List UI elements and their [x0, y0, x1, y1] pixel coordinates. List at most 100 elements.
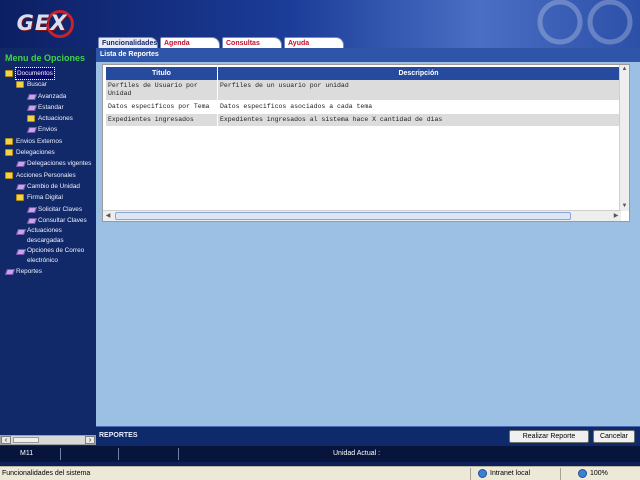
- cell-title: Expedientes ingresados: [106, 114, 218, 126]
- report-list-panel: Titulo Descripción Perfiles de Usuario p…: [102, 64, 630, 222]
- open-folder-icon: [5, 171, 13, 179]
- sidebar-item-reportes[interactable]: Reportes: [0, 266, 96, 277]
- scroll-thumb[interactable]: [115, 212, 571, 220]
- intranet-zone-icon: [478, 469, 487, 478]
- sidebar-item-cambio-de-unidad[interactable]: Cambio de Unidad: [0, 181, 96, 192]
- table-row[interactable]: Expedientes ingresados Expedientes ingre…: [106, 114, 620, 127]
- logo-text: GEX: [16, 11, 68, 35]
- sidebar-item-avanzada[interactable]: Avanzada: [0, 91, 96, 102]
- tab-funcionalidades[interactable]: Funcionalidades: [98, 37, 158, 48]
- menu-title: Menu de Opciones: [5, 53, 86, 63]
- zone-label: Intranet local: [490, 470, 531, 477]
- leaf-icon: [27, 104, 35, 111]
- section-label: REPORTES: [99, 432, 138, 439]
- divider: [470, 468, 471, 480]
- status-text: Funcionalidades del sistema: [2, 470, 91, 477]
- column-header-descripcion[interactable]: Descripción: [218, 67, 620, 80]
- divider: [178, 448, 179, 460]
- scroll-right-arrow-icon[interactable]: ▶: [611, 211, 621, 221]
- leaf-icon: [16, 228, 24, 235]
- sidebar-item-label: Cambio de Unidad: [27, 182, 80, 190]
- tab-ayuda[interactable]: Ayuda: [284, 37, 344, 48]
- page-title: Lista de Reportes: [96, 48, 640, 62]
- current-unit-label: Unidad Actual :: [333, 450, 381, 457]
- cancel-button[interactable]: Cancelar: [593, 430, 635, 443]
- sidebar-item-firma-digital[interactable]: Firma Digital: [0, 192, 96, 203]
- scroll-down-arrow-icon[interactable]: ▼: [620, 202, 629, 211]
- divider: [118, 448, 119, 460]
- scroll-left-arrow-icon[interactable]: ◀: [103, 211, 113, 221]
- sidebar-item-opciones-correo[interactable]: Opciones de Correo electrónico: [0, 246, 96, 266]
- divider: [60, 448, 61, 460]
- sidebar-item-label: Actuaciones descargadas: [27, 227, 64, 244]
- sidebar-item-label: Actuaciones: [38, 115, 73, 123]
- tab-agenda[interactable]: Agenda: [160, 37, 220, 48]
- sidebar-item-label: Delegaciones vigentes: [27, 160, 92, 168]
- sidebar-item-label: Envios Externos: [16, 137, 63, 145]
- cell-description: Datos especificos asociados a cada tema: [218, 101, 620, 113]
- sidebar-item-envios-externos[interactable]: Envios Externos: [0, 136, 96, 147]
- run-report-button[interactable]: Realizar Reporte: [509, 430, 589, 443]
- sidebar-item-label: Opciones de Correo electrónico: [27, 247, 85, 264]
- scroll-up-arrow-icon[interactable]: ▲: [620, 65, 629, 74]
- sidebar-item-actuaciones[interactable]: Actuaciones: [0, 113, 96, 124]
- scroll-thumb[interactable]: [13, 437, 39, 443]
- sidebar-item-consultar-claves[interactable]: Consultar Claves: [0, 215, 96, 226]
- sidebar-item-label: Envios: [38, 126, 58, 134]
- leaf-icon: [27, 126, 35, 133]
- zoom-icon: [578, 469, 587, 478]
- action-bar: REPORTES Realizar Reporte Cancelar: [96, 426, 640, 446]
- top-tabs: Funcionalidades Agenda Consultas Ayuda: [98, 37, 346, 48]
- sidebar-item-estandar[interactable]: Estandar: [0, 102, 96, 113]
- sidebar-item-label: Estandar: [38, 103, 64, 111]
- sidebar-item-label: Documentos: [15, 67, 55, 80]
- leaf-icon: [16, 248, 24, 255]
- app-logo: GEX: [10, 7, 74, 41]
- leaf-icon: [27, 206, 35, 213]
- sidebar-item-actuaciones-descargadas[interactable]: Actuaciones descargadas: [0, 226, 96, 246]
- sidebar: Menu de Opciones Documentos Buscar Avanz…: [0, 48, 96, 446]
- sidebar-item-label: Avanzada: [38, 92, 67, 100]
- tab-consultas[interactable]: Consultas: [222, 37, 282, 48]
- open-folder-icon: [16, 81, 24, 89]
- folder-icon: [5, 137, 13, 145]
- leaf-icon: [27, 217, 35, 224]
- sidebar-scrollbar[interactable]: ‹ ›: [0, 435, 96, 445]
- module-code: M11: [20, 450, 34, 457]
- cell-description: Perfiles de un usuario por unidad: [218, 80, 620, 100]
- sidebar-item-envios[interactable]: Envios: [0, 124, 96, 135]
- divider: [560, 468, 561, 480]
- horizontal-scrollbar[interactable]: ◀ ▶: [103, 210, 621, 221]
- sidebar-item-label: Firma Digital: [27, 194, 63, 202]
- cell-description: Expedientes ingresados al sistema hace X…: [218, 114, 620, 126]
- scroll-right-arrow-icon[interactable]: ›: [85, 436, 95, 444]
- sidebar-item-delegaciones-vigentes[interactable]: Delegaciones vigentes: [0, 158, 96, 169]
- table-row[interactable]: Datos especificos por Tema Datos especif…: [106, 101, 620, 114]
- leaf-icon: [16, 160, 24, 167]
- browser-status-bar: Funcionalidades del sistema Intranet loc…: [0, 466, 640, 480]
- table-header: Titulo Descripción: [106, 67, 620, 80]
- sidebar-item-acciones-personales[interactable]: Acciones Personales: [0, 170, 96, 181]
- sidebar-item-delegaciones[interactable]: Delegaciones: [0, 147, 96, 158]
- leaf-icon: [5, 268, 13, 275]
- app-status-strip: M11 Unidad Actual :: [0, 446, 640, 462]
- sidebar-item-label: Acciones Personales: [16, 171, 76, 179]
- cell-title: Datos especificos por Tema: [106, 101, 218, 113]
- column-header-titulo[interactable]: Titulo: [106, 67, 218, 80]
- sidebar-item-buscar[interactable]: Buscar: [0, 79, 96, 90]
- table-row[interactable]: Perfiles de Usuario por Unidad Perfiles …: [106, 80, 620, 101]
- sidebar-item-documentos[interactable]: Documentos: [0, 67, 96, 80]
- banner-watermark: [537, 0, 633, 45]
- sidebar-item-label: Delegaciones: [16, 149, 55, 157]
- vertical-scrollbar[interactable]: ▲ ▼: [619, 65, 629, 211]
- zoom-level[interactable]: 100%: [590, 470, 608, 477]
- sidebar-item-solicitar-claves[interactable]: Solicitar Claves: [0, 204, 96, 215]
- sidebar-item-label: Reportes: [16, 268, 42, 276]
- main-content: Lista de Reportes Titulo Descripción Per…: [96, 48, 640, 446]
- open-folder-icon: [5, 149, 13, 157]
- scroll-left-arrow-icon[interactable]: ‹: [1, 436, 11, 444]
- folder-icon: [27, 115, 35, 123]
- sidebar-item-label: Buscar: [27, 81, 47, 89]
- leaf-icon: [16, 183, 24, 190]
- report-table: Titulo Descripción Perfiles de Usuario p…: [106, 67, 620, 127]
